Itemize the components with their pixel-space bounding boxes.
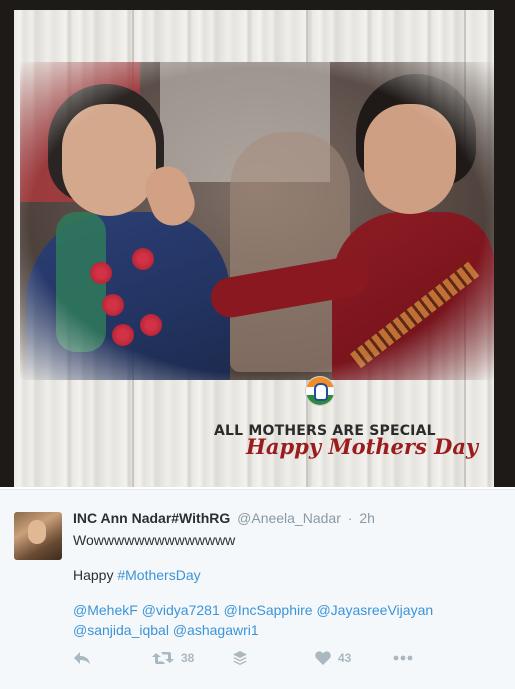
mention-link[interactable]: @IncSapphire [224,602,313,618]
layers-icon [233,651,247,665]
mention-link[interactable]: @ashagawri1 [173,622,259,638]
mention-link[interactable]: @MehekF [73,602,138,618]
tweet-text-line: Wowwwwwwwwwwwwww [73,532,236,548]
heart-icon [315,651,331,665]
hashtag-link[interactable]: #MothersDay [117,567,200,583]
tweet-text: Happy [73,567,118,583]
poster-greeting: Happy Mothers Day [246,434,479,459]
more-icon [393,655,413,661]
tweet[interactable]: INC Ann Nadar#WithRG @Aneela_Nadar · 2h … [0,489,515,689]
tweet-media[interactable]: ALL MOTHERS ARE SPECIAL Happy Mothers Da… [0,0,515,487]
party-logo-icon [305,376,335,406]
retweet-count: 38 [181,651,195,665]
display-name[interactable]: INC Ann Nadar#WithRG [73,510,230,526]
screen-name[interactable]: @Aneela_Nadar [237,510,341,526]
more-options-button[interactable] [393,648,413,668]
poster-image: ALL MOTHERS ARE SPECIAL Happy Mothers Da… [14,10,494,487]
mention-link[interactable]: @vidya7281 [142,602,220,618]
mention-row: @MehekF @vidya7281 @IncSapphire @Jayasre… [73,602,433,618]
like-count: 43 [338,651,352,665]
tweet-timestamp[interactable]: 2h [359,510,375,526]
tweet-actions: 38 43 [73,648,513,668]
tweet-text-line: Happy #MothersDay [73,567,201,583]
reply-icon [74,652,90,664]
tweet-header: INC Ann Nadar#WithRG @Aneela_Nadar · 2h [73,510,375,526]
reply-button[interactable] [73,648,91,668]
stack-button[interactable] [232,648,248,668]
like-button[interactable]: 43 [315,648,351,668]
avatar[interactable] [14,512,62,560]
mention-row: @sanjida_iqbal @ashagawri1 [73,622,259,638]
mention-link[interactable]: @JayasreeVijayan [316,602,433,618]
mention-link[interactable]: @sanjida_iqbal [73,622,169,638]
retweet-button[interactable]: 38 [152,648,194,668]
mother-daughter-photo [20,62,494,382]
separator-dot: · [347,510,353,526]
retweet-icon [152,652,174,664]
